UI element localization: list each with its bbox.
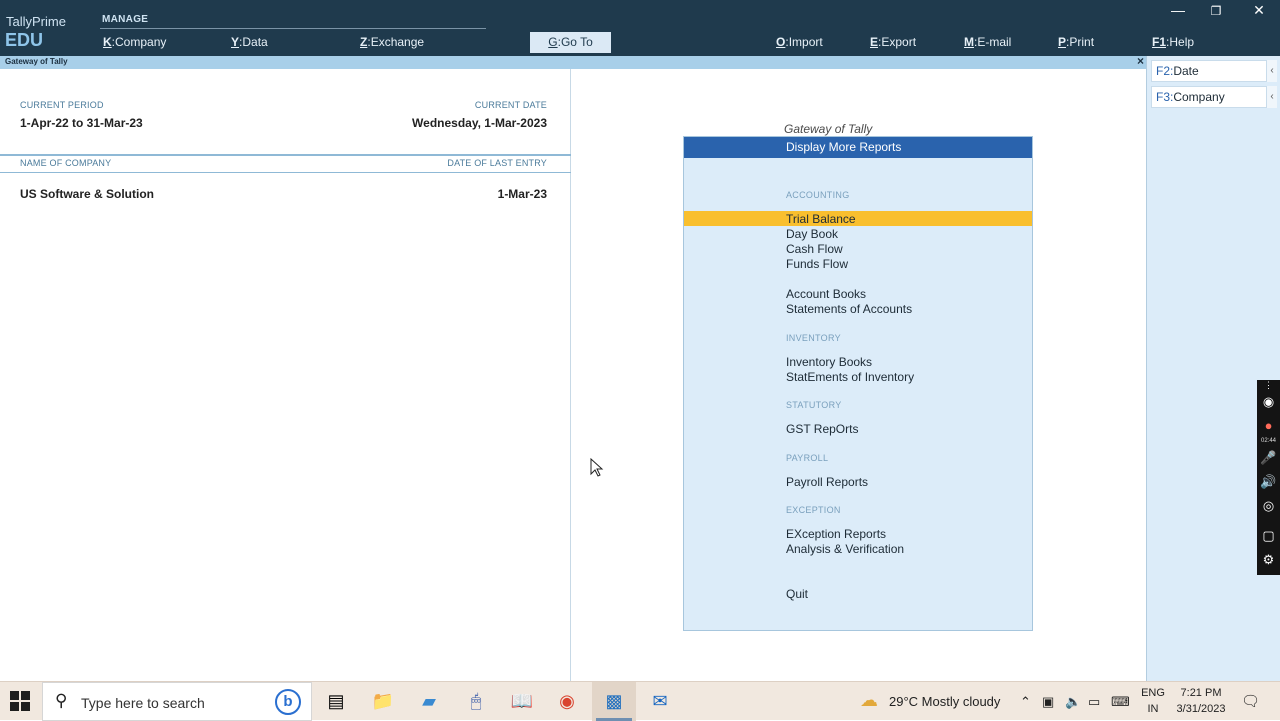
menu-item-inventory-books[interactable]: Inventory Books	[786, 355, 872, 369]
gear-icon[interactable]: ⚙	[1257, 552, 1280, 568]
battery-icon[interactable]: ▭	[1088, 694, 1100, 710]
taskbar-search-box[interactable]: ⚲ Type here to search b	[42, 682, 312, 721]
app-icon[interactable]: ▰	[417, 689, 441, 713]
menu-item-cash-flow[interactable]: Cash Flow	[786, 242, 843, 256]
search-icon: ⚲	[55, 691, 68, 710]
section-statutory: STATUTORY	[786, 400, 842, 410]
volume-icon[interactable]: 🔈	[1065, 694, 1081, 710]
menu-email[interactable]: M:E-mail	[964, 35, 1011, 49]
menu-item-statements-of-accounts[interactable]: Statements of Accounts	[786, 302, 912, 316]
outlook-icon[interactable]: ✉	[648, 689, 672, 713]
f2-date-button[interactable]: F2:Date	[1151, 60, 1267, 82]
menu-item-funds-flow[interactable]: Funds Flow	[786, 257, 848, 271]
company-name[interactable]: US Software & Solution	[20, 187, 154, 201]
gateway-title: Gateway of Tally	[784, 122, 873, 136]
section-payroll: PAYROLL	[786, 453, 829, 463]
chevron-left-icon[interactable]: ‹	[1267, 86, 1277, 108]
close-screen-icon[interactable]: ×	[1137, 54, 1144, 68]
menu-data[interactable]: Y:Data	[231, 35, 268, 49]
language-code: ENG	[1141, 687, 1165, 699]
manage-section-label: MANAGE	[102, 14, 149, 25]
menu-import[interactable]: O:Import	[776, 35, 823, 49]
restore-icon[interactable]: ❐	[1206, 4, 1226, 18]
clock-time: 7:21 PM	[1180, 687, 1222, 699]
current-date-label: CURRENT DATE	[474, 100, 547, 110]
chevron-up-icon[interactable]: ⌃	[1020, 694, 1031, 710]
current-date-value[interactable]: Wednesday, 1-Mar-2023	[412, 116, 547, 130]
button-panel: F2:Date ‹ F3:Company ‹	[1146, 56, 1280, 681]
mouse-cursor-icon	[590, 458, 604, 477]
menu-goto-button[interactable]: G:Go To	[530, 32, 611, 53]
divider	[0, 172, 571, 173]
screen-recorder-toolbar: ⋮ ◉ ● 02:44 🎤 🔊 ◎ ▢ ⚙	[1257, 380, 1280, 575]
menu-item-analysis-verification[interactable]: Analysis & Verification	[786, 542, 904, 556]
gateway-menu: Display More Reports ACCOUNTING Trial Ba…	[683, 136, 1033, 631]
section-exception: EXCEPTION	[786, 505, 841, 515]
record-timer: 02:44	[1260, 438, 1276, 444]
menu-item-payroll-reports[interactable]: Payroll Reports	[786, 475, 868, 489]
bing-icon[interactable]: b	[275, 689, 301, 715]
weather-icon[interactable]: ☁	[860, 690, 878, 711]
task-view-icon[interactable]: ▤	[324, 689, 348, 713]
network-app-icon[interactable]: 🖱	[464, 689, 488, 713]
menu-item-quit[interactable]: Quit	[786, 587, 808, 601]
close-window-icon[interactable]: ✕	[1249, 2, 1269, 19]
section-accounting: ACCOUNTING	[786, 190, 850, 200]
brand-edition: EDU	[5, 30, 44, 50]
record-icon[interactable]: ●	[1257, 418, 1280, 433]
minimize-icon[interactable]: —	[1168, 2, 1188, 18]
tally-app-icon[interactable]: ▩	[602, 689, 626, 713]
collapse-icon[interactable]: ⋮	[1257, 380, 1280, 391]
book-app-icon[interactable]: 📖	[510, 689, 534, 713]
screen-title: Gateway of Tally	[5, 57, 68, 66]
last-entry-date: 1-Mar-23	[497, 187, 547, 201]
last-entry-column-header: DATE OF LAST ENTRY	[447, 158, 547, 168]
company-column-header: NAME OF COMPANY	[20, 158, 112, 168]
menu-print[interactable]: P:Print	[1058, 35, 1094, 49]
keyboard-icon[interactable]: ⌨	[1111, 694, 1130, 710]
menu-company[interactable]: K:Company	[103, 35, 166, 49]
language-indicator[interactable]: ENG IN	[1140, 685, 1166, 717]
chevron-left-icon[interactable]: ‹	[1267, 60, 1277, 82]
notifications-icon[interactable]: 🗨	[1241, 692, 1260, 710]
section-inventory: INVENTORY	[786, 333, 841, 343]
chrome-icon[interactable]: ◉	[555, 689, 579, 713]
company-info-panel: CURRENT PERIOD 1-Apr-22 to 31-Mar-23 CUR…	[0, 69, 571, 681]
weather-text[interactable]: 29°C Mostly cloudy	[889, 694, 1000, 709]
windows-start-icon[interactable]	[10, 691, 30, 711]
region-code: IN	[1147, 703, 1159, 715]
current-period-label: CURRENT PERIOD	[20, 100, 104, 110]
f3-company-button[interactable]: F3:Company	[1151, 86, 1267, 108]
webcam-icon[interactable]: ◎	[1257, 498, 1280, 514]
menu-item-gst-reports[interactable]: GST RepOrts	[786, 422, 858, 436]
speaker-icon[interactable]: 🔊	[1257, 474, 1280, 490]
file-explorer-icon[interactable]: 📁	[371, 689, 395, 713]
menu-exchange[interactable]: Z:Exchange	[360, 35, 424, 49]
taskbar-clock[interactable]: 7:21 PM 3/31/2023	[1172, 685, 1230, 717]
menu-item-trial-balance[interactable]: Trial Balance	[786, 212, 856, 226]
clock-date: 3/31/2023	[1176, 703, 1226, 715]
top-menu-bar: TallyPrime EDU MANAGE K:Company Y:Data Z…	[0, 0, 1280, 56]
menu-item-account-books[interactable]: Account Books	[786, 287, 866, 301]
window-icon[interactable]: ▢	[1257, 528, 1280, 544]
search-placeholder: Type here to search	[81, 695, 205, 711]
menu-export[interactable]: E:Export	[870, 35, 916, 49]
manage-divider	[100, 28, 486, 29]
current-period-value[interactable]: 1-Apr-22 to 31-Mar-23	[20, 116, 143, 130]
menu-item-exception-reports[interactable]: EXception Reports	[786, 527, 886, 541]
security-icon[interactable]: ▣	[1042, 694, 1054, 710]
divider	[0, 154, 571, 156]
menu-item-day-book[interactable]: Day Book	[786, 227, 838, 241]
display-more-reports-item[interactable]: Display More Reports	[684, 137, 1032, 158]
windows-taskbar: ⚲ Type here to search b ▤ 📁 ▰ 🖱 📖 ◉ ▩ ✉ …	[0, 681, 1280, 721]
selection-highlight	[684, 211, 1032, 226]
menu-item-statements-of-inventory[interactable]: StatEments of Inventory	[786, 370, 914, 384]
screen-title-bar: Gateway of Tally ×	[0, 54, 1146, 69]
menu-help[interactable]: F1:Help	[1152, 35, 1194, 49]
brand-name: TallyPrime	[6, 14, 66, 29]
microphone-icon[interactable]: 🎤	[1257, 450, 1280, 466]
camera-icon[interactable]: ◉	[1257, 394, 1280, 410]
